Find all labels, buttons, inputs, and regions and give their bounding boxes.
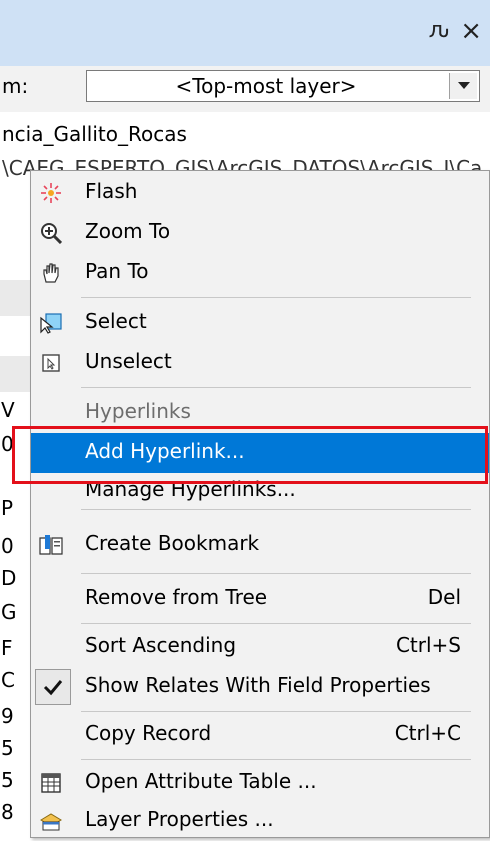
menu-item-label: Layer Properties ... [85,807,274,831]
menu-item-open-attribute-table[interactable]: Open Attribute Table ... [31,763,489,803]
menu-item-label: Create Bookmark [85,531,260,555]
tree-root-layer[interactable]: ncia_Gallito_Rocas [2,122,187,146]
menu-item-copy-record[interactable]: Copy Record Ctrl+C [31,715,489,755]
grid-cell: 0 [1,534,14,558]
menu-item-manage-hyperlinks[interactable]: Manage Hyperlinks... [31,471,489,511]
menu-item-label: Pan To [85,259,149,283]
dropdown-button[interactable] [449,73,477,99]
menu-separator [81,297,471,298]
grid-header-band [0,356,30,392]
menu-item-label: Flash [85,179,138,203]
menu-separator [81,387,471,388]
menu-item-label: Copy Record [85,721,212,745]
menu-separator [81,573,471,574]
context-menu: Flash Zoom To Pan To Select Unselect Hyp… [30,170,490,838]
menu-separator [81,623,471,624]
menu-item-label: Zoom To [85,219,171,243]
bookmark-icon [39,533,63,557]
grid-cell: V [1,398,15,422]
select-features-icon [39,311,63,335]
grid-cell: F [1,636,13,660]
menu-item-label: Show Relates With Field Properties [85,673,431,697]
menu-item-zoom-to[interactable]: Zoom To [31,213,489,253]
menu-item-select[interactable]: Select [31,303,489,343]
menu-item-shortcut: Ctrl+C [394,721,461,745]
menu-item-sort-ascending[interactable]: Sort Ascending Ctrl+S [31,627,489,667]
grid-cell: G [1,600,17,624]
grid-cell: 9 [1,704,14,728]
menu-item-label: Manage Hyperlinks... [85,477,296,501]
unselect-features-icon [39,351,63,375]
menu-item-layer-properties[interactable]: Layer Properties ... [31,801,489,841]
grid-cell: 5 [1,768,14,792]
menu-item-show-relates[interactable]: Show Relates With Field Properties [31,667,489,707]
menu-item-label: Select [85,309,147,333]
chevron-down-icon [458,82,470,89]
menu-item-label: Add Hyperlink... [85,439,245,463]
close-icon[interactable]: × [460,18,482,44]
flash-icon [39,181,63,205]
panel-titlebar [0,0,490,67]
grid-cell: C [1,668,15,692]
layer-select-value: <Top-most layer> [175,74,357,98]
menu-item-label: Open Attribute Table ... [85,769,317,793]
menu-item-remove-from-tree[interactable]: Remove from Tree Del [31,579,489,619]
menu-item-shortcut: Ctrl+S [395,633,461,657]
menu-item-label: Hyperlinks [85,399,191,423]
menu-item-label: Remove from Tree [85,585,268,609]
menu-item-hyperlinks: Hyperlinks [31,393,489,433]
menu-item-create-bookmark[interactable]: Create Bookmark [31,525,489,565]
grid-cell: 8 [1,800,14,824]
attribute-table-icon [39,771,63,795]
layer-select[interactable]: <Top-most layer> [86,70,480,102]
menu-item-label: Sort Ascending [85,633,237,657]
menu-item-add-hyperlink[interactable]: Add Hyperlink... [31,433,489,473]
checkmark-icon [35,669,71,705]
pin-icon[interactable]: ԉ [429,20,450,42]
menu-separator [81,711,471,712]
layer-properties-icon [39,809,63,833]
menu-item-shortcut: Del [427,585,461,609]
menu-item-pan-to[interactable]: Pan To [31,253,489,293]
grid-cell: P [1,496,14,520]
menu-item-label: Unselect [85,349,172,373]
grid-header-band [0,280,30,316]
zoom-in-icon [39,221,63,245]
grid-cell: 0 [1,432,14,456]
grid-cell: 5 [1,736,14,760]
grid-cell: D [1,566,17,590]
menu-separator [81,509,471,510]
identify-from-label: m: [2,74,29,98]
menu-separator [81,759,471,760]
pan-hand-icon [39,261,63,285]
menu-item-unselect[interactable]: Unselect [31,343,489,383]
menu-item-flash[interactable]: Flash [31,173,489,213]
